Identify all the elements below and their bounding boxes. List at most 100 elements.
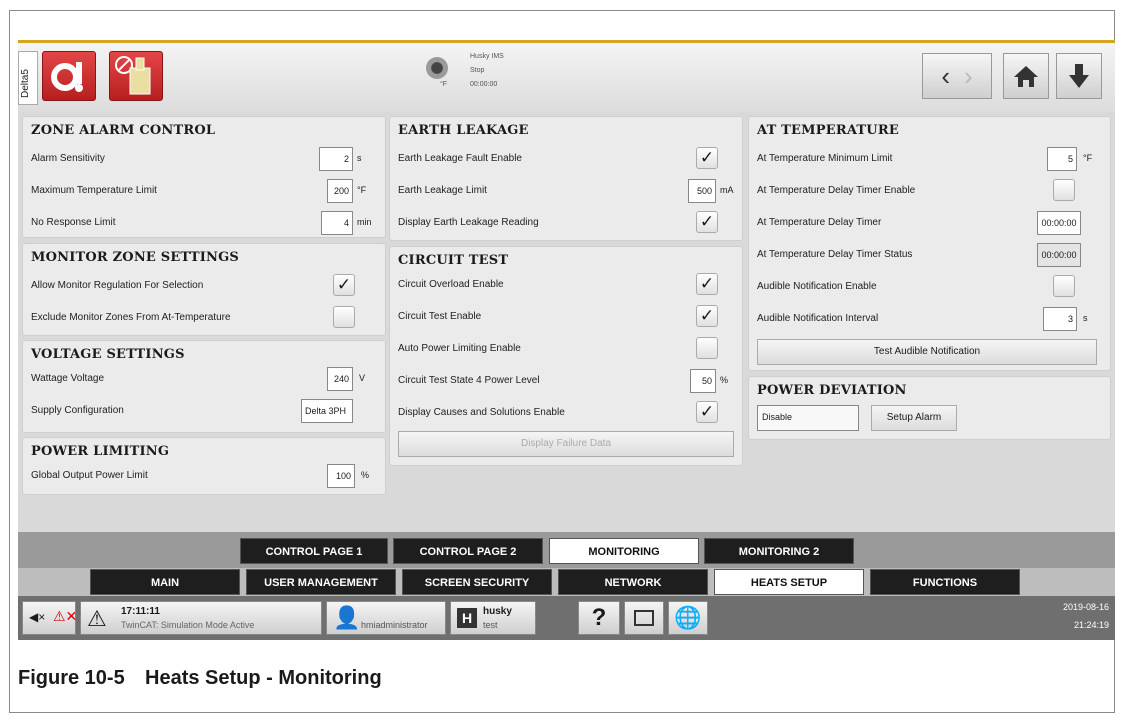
zone-alarm-button[interactable] [42, 51, 96, 101]
alarm-banner[interactable]: ⚠ 17:11:11 TwinCAT: Simulation Mode Acti… [80, 601, 322, 635]
down-button[interactable] [1056, 53, 1102, 99]
tab-user-management[interactable]: USER MANAGEMENT [246, 569, 396, 595]
side-tag-label: Delta5 [20, 69, 31, 98]
audible-interval-row: Audible Notification Interval 3 s [757, 307, 1102, 333]
forward-icon[interactable]: › [964, 61, 973, 92]
user-button[interactable]: 👤 hmiadministrator [326, 601, 446, 635]
main-tab-bar: MAIN USER MANAGEMENT SCREEN SECURITY NET… [18, 568, 1115, 596]
globe-icon: 🌐 [674, 605, 702, 630]
earth-fault-label: Earth Leakage Fault Enable [398, 153, 522, 164]
alarm-text: TwinCAT: Simulation Mode Active [121, 620, 255, 630]
power-deviation-select[interactable]: Disable [757, 405, 859, 431]
earth-fault-checkbox[interactable]: ✓ [696, 147, 718, 169]
exclude-monitor-checkbox[interactable] [333, 306, 355, 328]
back-icon[interactable]: ‹ [941, 61, 964, 92]
machine-button[interactable]: H husky test [450, 601, 536, 635]
test-enable-checkbox[interactable]: ✓ [696, 305, 718, 327]
audible-enable-checkbox[interactable] [1053, 275, 1075, 297]
figure-caption: Figure 10-5 Heats Setup - Monitoring [0, 651, 1125, 713]
display-failure-button[interactable]: Display Failure Data [398, 431, 734, 457]
tab-functions[interactable]: FUNCTIONS [870, 569, 1020, 595]
warning-clear-icon: ⚠✕ [53, 608, 78, 624]
exclude-monitor-label: Exclude Monitor Zones From At-Temperatur… [31, 312, 231, 323]
tab-main[interactable]: MAIN [90, 569, 240, 595]
alarm-thermometer-icon [51, 62, 83, 92]
power-limiting-panel: POWER LIMITING Global Output Power Limit… [22, 437, 386, 495]
monitor-zone-panel: MONITOR ZONE SETTINGS Allow Monitor Regu… [22, 243, 386, 336]
warning-icon: ⚠ [87, 606, 107, 631]
screenshot-button[interactable] [624, 601, 664, 635]
alarm-sensitivity-row: Alarm Sensitivity 2 s [31, 147, 377, 173]
tab-network[interactable]: NETWORK [558, 569, 708, 595]
earth-leakage-panel: EARTH LEAKAGE Earth Leakage Fault Enable… [389, 116, 743, 241]
status-bar: ◀× ⚠✕ ⚠ 17:11:11 TwinCAT: Simulation Mod… [18, 596, 1115, 640]
home-button[interactable] [1003, 53, 1049, 99]
husky-logo-icon: H [457, 608, 477, 628]
at-min-input[interactable]: 5 [1047, 147, 1077, 171]
zone-alarm-title: ZONE ALARM CONTROL [31, 123, 216, 138]
overload-checkbox[interactable]: ✓ [696, 273, 718, 295]
at-delay-row: At Temperature Delay Timer 00:00:00 [757, 211, 1102, 237]
hmi-screen: Delta5 Husky IMS Stop 00:00:00 °F ‹ › ZO… [18, 40, 1115, 640]
test-audible-button[interactable]: Test Audible Notification [757, 339, 1097, 365]
voltage-panel: VOLTAGE SETTINGS Wattage Voltage 240 V S… [22, 340, 386, 433]
at-delay-enable-checkbox[interactable] [1053, 179, 1075, 201]
audible-interval-input[interactable]: 3 [1043, 307, 1077, 331]
audible-interval-unit: s [1083, 313, 1088, 323]
machine-sub: test [483, 620, 498, 630]
tab-control-page-1[interactable]: CONTROL PAGE 1 [240, 538, 388, 564]
power-limiting-title: POWER LIMITING [31, 444, 170, 459]
allow-monitor-checkbox[interactable]: ✓ [333, 274, 355, 296]
earth-limit-input[interactable]: 500 [688, 179, 716, 203]
language-button[interactable]: 🌐 [668, 601, 708, 635]
earth-display-checkbox[interactable]: ✓ [696, 211, 718, 233]
earth-limit-label: Earth Leakage Limit [398, 185, 487, 196]
wattage-label: Wattage Voltage [31, 373, 105, 384]
back-forward-group: ‹ › [922, 53, 992, 99]
at-min-row: At Temperature Minimum Limit 5 °F [757, 147, 1102, 173]
status-clock: 21:24:19 [1073, 620, 1109, 630]
mute-alarm-button[interactable]: ◀× ⚠✕ [22, 601, 78, 635]
at-delay-label: At Temperature Delay Timer [757, 217, 882, 228]
side-tag[interactable]: Delta5 [18, 51, 38, 105]
tab-screen-security[interactable]: SCREEN SECURITY [402, 569, 552, 595]
alarm-sensitivity-unit: s [357, 153, 362, 163]
wattage-input[interactable]: 240 [327, 367, 353, 391]
tab-monitoring[interactable]: MONITORING [549, 538, 699, 564]
global-power-input[interactable]: 100 [327, 464, 355, 488]
tab-monitoring-2[interactable]: MONITORING 2 [704, 538, 854, 564]
status-state: Stop [470, 67, 485, 74]
disable-heater-button[interactable] [109, 51, 163, 101]
auto-power-label: Auto Power Limiting Enable [398, 343, 521, 354]
circuit-test-title: CIRCUIT TEST [398, 253, 509, 268]
no-heater-icon [115, 56, 151, 95]
no-response-input[interactable]: 4 [321, 211, 353, 235]
at-delay-status-label: At Temperature Delay Timer Status [757, 249, 913, 260]
alarm-sensitivity-input[interactable]: 2 [319, 147, 353, 171]
at-delay-input[interactable]: 00:00:00 [1037, 211, 1081, 235]
tab-control-page-2[interactable]: CONTROL PAGE 2 [393, 538, 543, 564]
global-power-label: Global Output Power Limit [31, 470, 148, 481]
max-temp-input[interactable]: 200 [327, 179, 353, 203]
supply-select[interactable]: Delta 3PH [301, 399, 353, 423]
auto-power-checkbox[interactable] [696, 337, 718, 359]
status-date: 2019-08-16 [1062, 602, 1109, 612]
status-time: 00:00:00 [470, 81, 498, 88]
earth-display-label: Display Earth Leakage Reading [398, 217, 539, 228]
alarm-time: 17:11:11 [121, 606, 160, 617]
no-response-label: No Response Limit [31, 217, 116, 228]
at-delay-status-value: 00:00:00 [1037, 243, 1081, 267]
home-icon [1014, 66, 1038, 87]
overload-label: Circuit Overload Enable [398, 279, 504, 290]
at-temperature-panel: AT TEMPERATURE At Temperature Minimum Li… [748, 116, 1111, 371]
voltage-title: VOLTAGE SETTINGS [31, 347, 185, 362]
state4-input[interactable]: 50 [690, 369, 716, 393]
tab-heats-setup[interactable]: HEATS SETUP [714, 569, 864, 595]
help-button[interactable]: ? [578, 601, 620, 635]
setup-alarm-button[interactable]: Setup Alarm [871, 405, 957, 431]
causes-checkbox[interactable]: ✓ [696, 401, 718, 423]
sub-tab-bar: CONTROL PAGE 1 CONTROL PAGE 2 MONITORING… [18, 532, 1115, 568]
state4-row: Circuit Test State 4 Power Level 50 % [398, 369, 734, 395]
auto-power-row: Auto Power Limiting Enable [398, 337, 734, 363]
machine-name: husky [483, 606, 512, 617]
